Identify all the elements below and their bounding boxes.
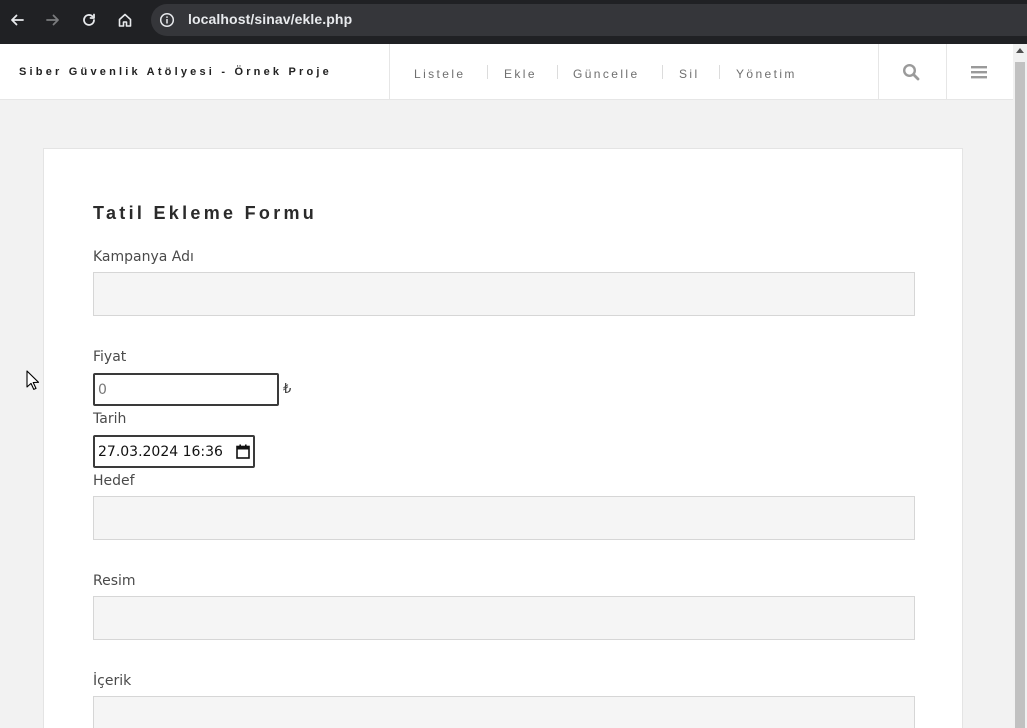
target-input[interactable] [93, 496, 915, 540]
header-divider [878, 44, 879, 100]
back-arrow-icon[interactable] [5, 8, 29, 32]
content-label: İçerik [93, 673, 132, 689]
info-icon[interactable] [159, 12, 175, 28]
form-card: Tatil Ekleme Formu Kampanya Adı Fiyat 0 … [43, 148, 963, 728]
campaign-name-label: Kampanya Adı [93, 249, 194, 265]
nav-item-sil[interactable]: Sil [679, 67, 700, 81]
menu-divider [557, 65, 558, 79]
header-divider [946, 44, 947, 100]
mouse-cursor-icon [26, 370, 40, 392]
currency-symbol: ₺ [283, 382, 292, 397]
date-value[interactable]: 27.03.2024 16:36 [98, 444, 223, 460]
menu-divider [662, 65, 663, 79]
reload-icon[interactable] [77, 8, 101, 32]
hamburger-menu-icon[interactable] [969, 62, 989, 82]
address-bar[interactable]: localhost/sinav/ekle.php [151, 4, 1027, 36]
target-label: Hedef [93, 473, 135, 489]
campaign-name-input[interactable] [93, 272, 915, 316]
browser-toolbar: localhost/sinav/ekle.php [0, 0, 1027, 44]
nav-item-yonetim[interactable]: Yönetim [736, 67, 797, 81]
calendar-icon[interactable] [236, 444, 250, 459]
price-input[interactable]: 0 [93, 373, 279, 406]
image-input[interactable] [93, 596, 915, 640]
scrollbar-thumb[interactable] [1015, 62, 1025, 728]
page-scrollbar[interactable] [1013, 44, 1027, 728]
site-brand[interactable]: Siber Güvenlik Atölyesi - Örnek Proje [19, 66, 332, 78]
nav-item-listele[interactable]: Listele [414, 67, 466, 81]
price-label: Fiyat [93, 349, 127, 365]
content-input[interactable] [93, 696, 915, 728]
nav-item-guncelle[interactable]: Güncelle [573, 67, 640, 81]
header-divider [389, 44, 390, 100]
date-label: Tarih [93, 411, 127, 427]
menu-divider [487, 65, 488, 79]
form-title: Tatil Ekleme Formu [93, 203, 318, 223]
nav-item-ekle[interactable]: Ekle [504, 67, 537, 81]
site-header: Siber Güvenlik Atölyesi - Örnek Proje Li… [0, 44, 1013, 100]
forward-arrow-icon[interactable] [41, 8, 65, 32]
date-input[interactable]: 27.03.2024 16:36 [93, 435, 255, 468]
search-icon[interactable] [901, 62, 921, 82]
scroll-up-arrow-icon[interactable] [1016, 48, 1024, 53]
image-label: Resim [93, 573, 136, 589]
url-text[interactable]: localhost/sinav/ekle.php [188, 11, 352, 27]
menu-divider [719, 65, 720, 79]
home-icon[interactable] [113, 8, 137, 32]
